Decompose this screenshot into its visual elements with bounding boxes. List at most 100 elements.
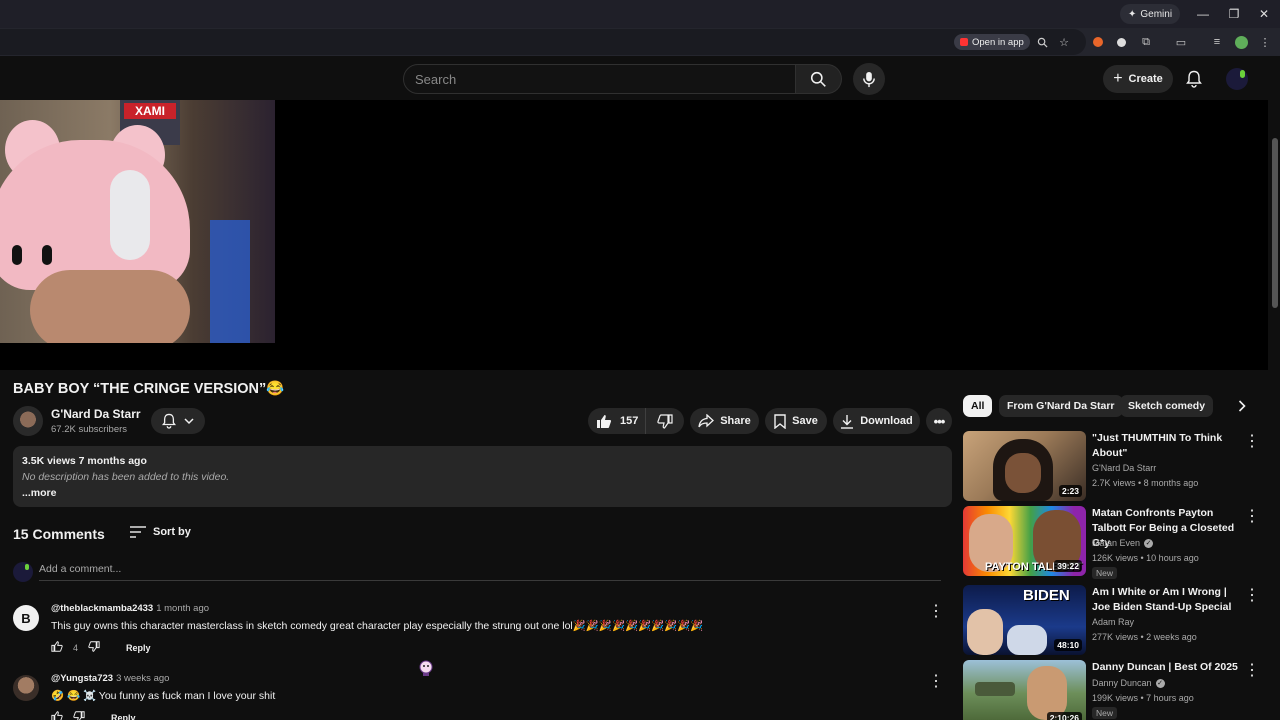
thumbs-up-icon	[597, 414, 612, 428]
comment-like-button[interactable]	[51, 711, 63, 720]
create-button[interactable]: + Create	[1103, 65, 1173, 93]
recommended-video[interactable]: BIDEN 48:10 Am I White or Am I Wrong | J…	[963, 585, 1260, 657]
browser-titlebar	[0, 0, 1280, 28]
search-button[interactable]	[796, 64, 842, 94]
recommended-channel-name[interactable]: Danny Duncan	[1092, 678, 1152, 688]
video-thumbnail[interactable]: BIDEN 48:10	[963, 585, 1086, 655]
comment-like-count: 4	[73, 642, 79, 653]
comment-header: @Yungsta723 3 weeks ago	[51, 673, 169, 684]
zoom-icon[interactable]	[1034, 34, 1050, 50]
recommended-title[interactable]: Danny Duncan | Best Of 2025	[1092, 660, 1244, 675]
recommended-title[interactable]: Am I White or Am I Wrong | Joe Biden Sta…	[1092, 585, 1244, 615]
chip-all[interactable]: All	[963, 395, 993, 417]
comment-author[interactable]: @theblackmamba2433	[51, 603, 153, 614]
dislike-button[interactable]	[646, 408, 684, 434]
add-comment-input[interactable]: Add a comment...	[39, 563, 941, 581]
share-label: Share	[720, 415, 751, 427]
search-box[interactable]	[403, 64, 796, 94]
comment-author[interactable]: @Yungsta723	[51, 673, 113, 684]
extensions-puzzle-icon[interactable]: ⧉	[1138, 34, 1154, 50]
video-thumbnail[interactable]: 2:23	[963, 431, 1086, 501]
like-button[interactable]: 157	[588, 408, 646, 434]
thumbs-up-icon	[51, 641, 63, 652]
extension-orange-icon[interactable]	[1090, 34, 1106, 50]
more-actions-button[interactable]: •••	[926, 408, 952, 434]
video-menu-icon[interactable]: ⋮	[1244, 662, 1260, 679]
recommended-stats: 199K views • 7 hours ago	[1092, 693, 1194, 703]
restore-icon[interactable]: ❐	[1224, 4, 1244, 24]
recommended-stats: 277K views • 2 weeks ago	[1092, 632, 1197, 642]
save-button[interactable]: Save	[765, 408, 827, 434]
gemini-label: Gemini	[1140, 8, 1173, 20]
browser-toolbar	[0, 28, 1280, 56]
commenter-avatar[interactable]	[13, 675, 39, 701]
poster-text: XAMI	[124, 103, 176, 119]
recommended-channel-name[interactable]: G'Nard Da Starr	[1092, 463, 1156, 473]
profile-icon[interactable]	[1233, 34, 1249, 50]
comment-time[interactable]: 1 month ago	[156, 603, 209, 614]
recommended-channel-name[interactable]: Adam Ray	[1092, 617, 1134, 627]
recommended-title[interactable]: "Just THUMTHIN To Think About"	[1092, 431, 1244, 461]
extension-white-icon[interactable]	[1113, 34, 1129, 50]
recommended-video[interactable]: 2:10:26 Danny Duncan | Best Of 2025 Dann…	[963, 660, 1260, 720]
comment-like-button[interactable]	[51, 641, 63, 654]
chip-from-channel[interactable]: From G'Nard Da Starr	[999, 395, 1123, 417]
video-menu-icon[interactable]: ⋮	[1244, 508, 1260, 525]
chevron-right-icon[interactable]	[1232, 396, 1252, 416]
download-button[interactable]: Download	[833, 408, 920, 434]
comment-dislike-button[interactable]	[73, 711, 85, 720]
channel-name[interactable]: G'Nard Da Starr	[51, 407, 141, 421]
bookmark-star-icon[interactable]: ☆	[1056, 34, 1072, 50]
video-menu-icon[interactable]: ⋮	[1244, 587, 1260, 604]
chip-sketch-comedy[interactable]: Sketch comedy	[1120, 395, 1214, 417]
recommended-video[interactable]: PAYTON TALBOTT 39:22 Matan Confronts Pay…	[963, 506, 1260, 579]
recommended-channel[interactable]: Matan Even ✓	[1092, 538, 1154, 548]
commenter-avatar[interactable]: B	[13, 605, 39, 631]
account-avatar[interactable]	[1226, 68, 1248, 90]
video-player[interactable]: XAMI	[0, 100, 1268, 370]
reply-button[interactable]: Reply	[126, 643, 151, 653]
cast-icon[interactable]: ▭	[1173, 34, 1189, 50]
sort-icon	[130, 526, 146, 538]
description-box[interactable]: 3.5K views 7 months ago No description h…	[13, 446, 952, 507]
reply-button[interactable]: Reply	[111, 713, 136, 720]
sort-by-button[interactable]: Sort by	[130, 526, 191, 538]
microphone-icon	[863, 71, 875, 87]
share-button[interactable]: Share	[690, 408, 759, 434]
close-window-icon[interactable]: ✕	[1254, 4, 1274, 24]
scrollbar-thumb[interactable]	[1272, 138, 1278, 308]
download-label: Download	[860, 415, 913, 427]
gemini-button[interactable]: ✦ Gemini	[1120, 4, 1181, 24]
video-menu-icon[interactable]: ⋮	[1244, 433, 1260, 450]
channel-avatar[interactable]	[13, 406, 43, 436]
browser-menu-icon[interactable]: ⋮	[1257, 34, 1273, 50]
notifications-button[interactable]	[1182, 67, 1206, 91]
comment-dislike-button[interactable]	[88, 641, 100, 654]
address-bar[interactable]	[0, 29, 1086, 55]
voice-search-button[interactable]	[853, 63, 885, 95]
show-more-link[interactable]: ...more	[22, 487, 943, 499]
comment-time[interactable]: 3 weeks ago	[116, 673, 169, 684]
comment-menu-icon[interactable]: ⋮	[928, 673, 944, 690]
recommended-video[interactable]: 2:23 "Just THUMTHIN To Think About" G'Na…	[963, 431, 1260, 503]
search-icon	[810, 71, 826, 87]
subscribed-button[interactable]	[151, 408, 205, 434]
video-thumbnail[interactable]: PAYTON TALBOTT 39:22	[963, 506, 1086, 576]
open-in-app-button[interactable]: Open in app	[954, 34, 1030, 50]
recommended-channel[interactable]: G'Nard Da Starr	[1092, 463, 1156, 473]
comment-menu-icon[interactable]: ⋮	[928, 603, 944, 620]
recommended-channel[interactable]: Danny Duncan ✓	[1092, 678, 1165, 688]
minimize-icon[interactable]: —	[1193, 4, 1213, 24]
reading-list-icon[interactable]: ≡	[1209, 34, 1225, 50]
comment-header: @theblackmamba2433 1 month ago	[51, 603, 209, 614]
recommended-channel-name[interactable]: Matan Even	[1092, 538, 1140, 548]
comment-text: 🤣 😂 ☠️ You funny as fuck man I love your…	[51, 690, 276, 702]
new-badge: New	[1092, 567, 1118, 579]
share-icon	[698, 414, 715, 428]
video-thumbnail[interactable]: 2:10:26	[963, 660, 1086, 720]
thumbs-down-icon	[657, 413, 673, 429]
search-input[interactable]	[415, 71, 795, 87]
new-badge: New	[1092, 707, 1118, 719]
more-horizontal-icon: •••	[933, 413, 946, 429]
recommended-channel[interactable]: Adam Ray	[1092, 617, 1134, 627]
